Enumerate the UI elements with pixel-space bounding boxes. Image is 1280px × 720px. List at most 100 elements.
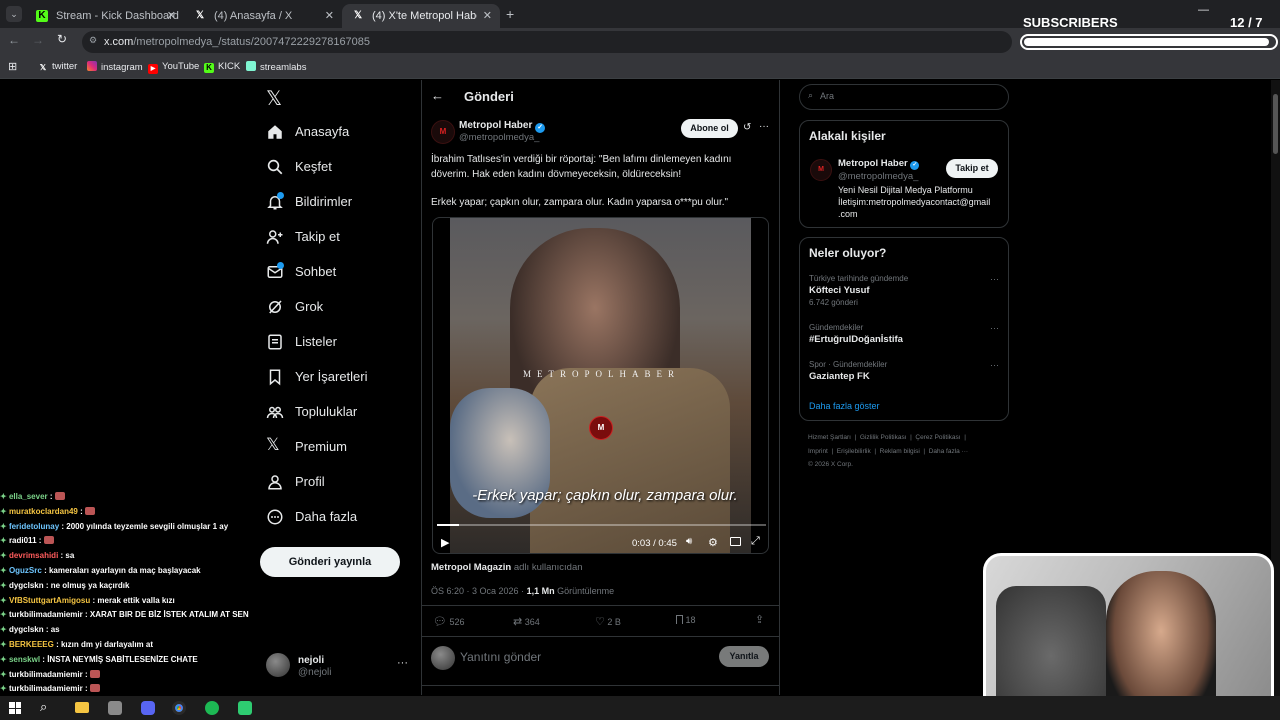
- subscribe-button[interactable]: Abone ol: [681, 119, 738, 138]
- trend-count: 6.742 gönderi: [809, 298, 858, 307]
- footer-link[interactable]: Reklam bilgisi: [880, 448, 920, 455]
- trend-name: Gaziantep FK: [809, 371, 870, 382]
- chat-username[interactable]: OguzSrc: [9, 566, 42, 575]
- trend-item[interactable]: Türkiye tarihinde gündemde Köfteci Yusuf…: [809, 274, 999, 310]
- bookmark-streamlabs[interactable]: streamlabs: [246, 61, 306, 73]
- bookmark-kick[interactable]: K KICK: [204, 61, 240, 73]
- chat-message: ✦ turkbilimadamiemir : XARAT BIR DE BİZ …: [0, 610, 260, 625]
- notification-dot: [277, 262, 284, 269]
- forward-icon[interactable]: →: [32, 33, 44, 47]
- play-icon[interactable]: ▶: [441, 536, 449, 549]
- footer-link[interactable]: Hizmet Şartları: [808, 434, 851, 441]
- scrollbar-thumb[interactable]: [1273, 94, 1278, 154]
- back-arrow-icon[interactable]: ←: [431, 88, 444, 103]
- footer-links-1: Hizmet Şartları | Gizlilik Politikası | …: [808, 434, 966, 441]
- profile-icon: [268, 475, 282, 490]
- browser-tab-x-home[interactable]: 𝕏 (4) Anasayfa / X ✕: [184, 4, 342, 28]
- bookmark-youtube[interactable]: ▶ YouTube: [148, 61, 199, 74]
- related-name[interactable]: Metropol Haber ✓: [838, 158, 920, 170]
- fullscreen-icon[interactable]: ⤢: [751, 535, 760, 548]
- avatar[interactable]: M: [810, 159, 832, 181]
- reply-button[interactable]: Yanıtla: [719, 646, 769, 667]
- trend-more-icon[interactable]: ···: [990, 360, 999, 370]
- app-icon[interactable]: [108, 701, 122, 715]
- chat-separator: :: [82, 669, 90, 679]
- account-switcher[interactable]: nejoli @nejoli ···: [266, 653, 412, 683]
- bookmark-instagram[interactable]: instagram: [87, 61, 143, 73]
- close-tab-icon[interactable]: ✕: [325, 9, 334, 22]
- chat-text: merak ettik valla kızı: [97, 595, 175, 605]
- browser-tab-x-post[interactable]: 𝕏 (4) X'te Metropol Haber: "İbrahi ✕: [342, 4, 500, 28]
- site-info-icon[interactable]: ⚙: [89, 35, 97, 46]
- settings-icon[interactable]: ⚙: [708, 536, 718, 549]
- chat-username[interactable]: dygclskn: [9, 581, 44, 590]
- footer-link[interactable]: Gizlilik Politikası: [860, 434, 907, 441]
- footer-link[interactable]: Imprint: [808, 448, 828, 455]
- like-action[interactable]: ♡ 2 B: [595, 615, 621, 628]
- post-more-icon[interactable]: ···: [759, 121, 769, 132]
- chat-username[interactable]: turkbilimadamiemir: [9, 610, 83, 619]
- chat-emote-icon: [89, 684, 100, 693]
- back-icon[interactable]: ←: [8, 33, 20, 47]
- video-source[interactable]: Metropol Magazin adlı kullanıcıdan: [431, 562, 583, 573]
- spotify-icon[interactable]: [205, 701, 219, 715]
- file-explorer-icon[interactable]: [75, 702, 89, 713]
- browser-tab-kick[interactable]: K Stream - Kick Dashboard ✕: [26, 4, 184, 28]
- grok-post-icon[interactable]: ↺: [743, 122, 751, 133]
- address-bar[interactable]: ⚙ x.com/metropolmedya_/status/2007472229…: [82, 31, 1012, 53]
- footer-link[interactable]: Daha fazla ···: [929, 448, 968, 455]
- chat-username[interactable]: radi011: [9, 536, 37, 545]
- tab-search-icon[interactable]: ⌄: [6, 6, 22, 22]
- chat-username[interactable]: turkbilimadamiemir: [9, 684, 83, 693]
- chrome-icon[interactable]: [172, 701, 186, 715]
- discord-icon[interactable]: [141, 701, 155, 715]
- new-tab-icon[interactable]: +: [506, 6, 514, 22]
- chat-username[interactable]: feridetolunay: [9, 522, 59, 531]
- apps-grid-icon[interactable]: ⊞: [8, 60, 17, 73]
- bookmark-action[interactable]: 18: [676, 615, 696, 625]
- more-icon[interactable]: ···: [397, 657, 408, 669]
- windows-start-icon[interactable]: [9, 702, 21, 714]
- footer-link[interactable]: Çerez Politikası: [915, 434, 960, 441]
- video-progress-track[interactable]: [437, 524, 766, 526]
- trend-more-icon[interactable]: ···: [990, 323, 999, 333]
- list-icon: [268, 334, 282, 350]
- chat-username[interactable]: BERKEEEG: [9, 640, 54, 649]
- video-player[interactable]: METROPOLHABER M -Erkek yapar; çapkın olu…: [432, 217, 769, 554]
- app-icon[interactable]: [238, 701, 252, 715]
- taskbar-search-icon[interactable]: ⌕: [40, 699, 47, 715]
- trend-more-icon[interactable]: ···: [990, 274, 999, 284]
- chat-username[interactable]: ella_sever: [9, 492, 48, 501]
- chat-username[interactable]: VfBStuttgartAmigosu: [9, 596, 90, 605]
- close-tab-icon[interactable]: ✕: [483, 9, 492, 22]
- volume-icon[interactable]: 🔊︎: [686, 536, 692, 547]
- chat-username[interactable]: muratkoclardan49: [9, 507, 78, 516]
- trend-item[interactable]: Spor · Gündemdekiler Gaziantep FK ···: [809, 360, 999, 386]
- x-logo-icon[interactable]: 𝕏: [266, 86, 282, 111]
- reload-icon[interactable]: ↻: [57, 32, 67, 46]
- chat-text: 2000 yılında teyzemle sevgili olmuşlar 1…: [66, 521, 229, 531]
- communities-icon: [266, 406, 284, 419]
- follow-button[interactable]: Takip et: [946, 159, 998, 178]
- share-icon[interactable]: ⇪: [755, 613, 764, 626]
- search-input[interactable]: ⌕ Ara: [799, 84, 1009, 110]
- chat-username[interactable]: dygclskn: [9, 625, 44, 634]
- post-text-2: Erkek yapar; çapkın olur, zampara olur. …: [431, 197, 729, 208]
- kick-favicon-icon: K: [36, 10, 48, 22]
- trend-item[interactable]: Gündemdekiler #ErtuğrulDoğanİstifa ···: [809, 323, 999, 349]
- post-button[interactable]: Gönderi yayınla: [260, 547, 400, 577]
- show-more-link[interactable]: Daha fazla göster: [809, 401, 880, 411]
- nav-label: Keşfet: [295, 159, 332, 174]
- reply-input[interactable]: Yanıtını gönder: [460, 650, 541, 664]
- author-avatar[interactable]: M: [431, 120, 455, 144]
- repost-action[interactable]: ⇄ 364: [513, 615, 540, 628]
- chat-username[interactable]: devrimsahidi: [9, 551, 58, 560]
- bookmark-twitter[interactable]: 𝕏twitter: [38, 61, 78, 73]
- url-host: x.com: [104, 36, 134, 48]
- picture-in-picture-icon[interactable]: [730, 537, 741, 546]
- chat-username[interactable]: senskwl: [9, 655, 40, 664]
- reply-action[interactable]: 💬︎ 526: [433, 615, 465, 628]
- footer-link[interactable]: Erişilebilirlik: [837, 448, 871, 455]
- close-tab-icon[interactable]: ✕: [167, 9, 176, 22]
- chat-username[interactable]: turkbilimadamiemir: [9, 670, 83, 679]
